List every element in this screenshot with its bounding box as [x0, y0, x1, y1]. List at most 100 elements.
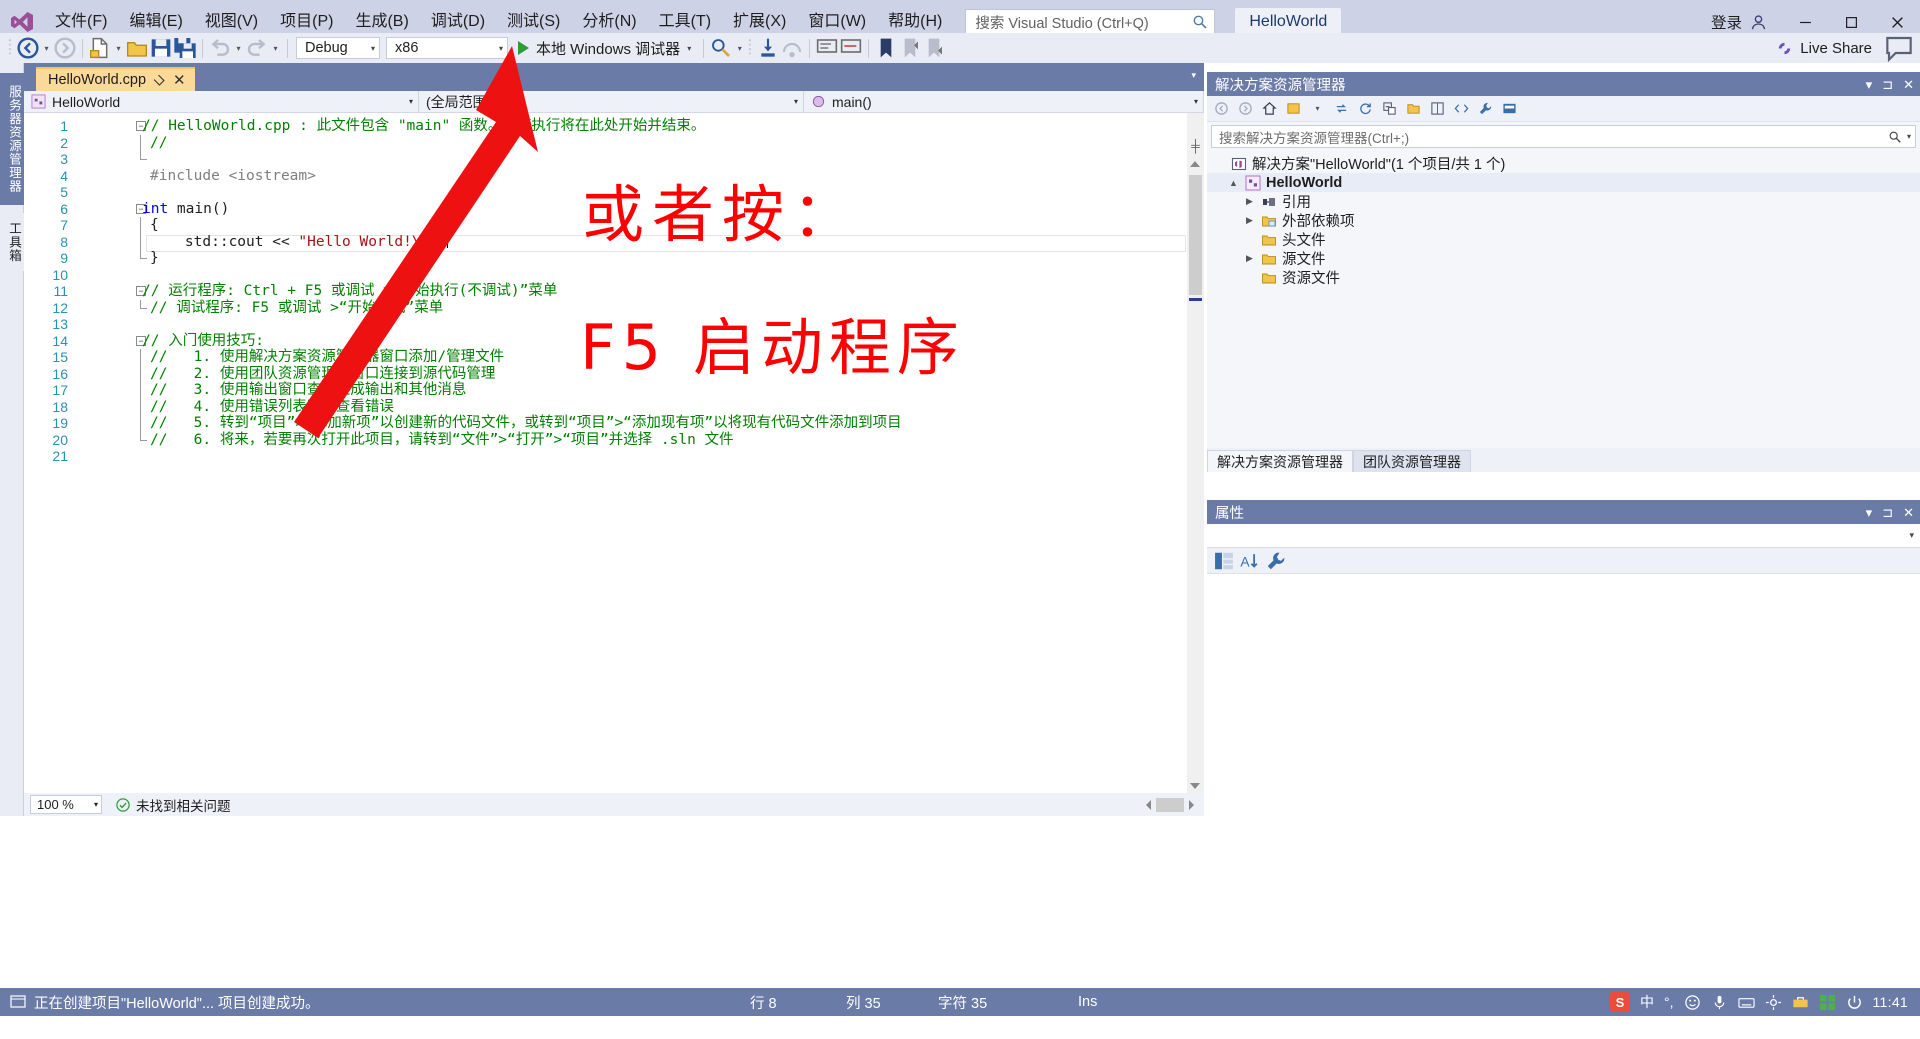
- save-button[interactable]: [149, 36, 173, 60]
- property-pages-button[interactable]: [1265, 550, 1287, 572]
- split-view-handle[interactable]: ╪: [1189, 139, 1202, 153]
- toolbox-icon[interactable]: [1792, 994, 1809, 1011]
- categorized-view-button[interactable]: [1213, 550, 1235, 572]
- chevron-down-icon[interactable]: ▾: [687, 44, 691, 53]
- scroll-thumb[interactable]: [1189, 175, 1202, 295]
- pin-icon[interactable]: ⊐: [1882, 78, 1893, 91]
- ime-punctuation-label[interactable]: °,: [1664, 994, 1674, 1010]
- code-line[interactable]: 21: [24, 448, 1204, 465]
- alphabetical-view-button[interactable]: A: [1239, 550, 1261, 572]
- undo-button[interactable]: [208, 36, 232, 60]
- se-wrench-button[interactable]: [1475, 98, 1496, 119]
- tree-item-references[interactable]: ▶ 引用: [1207, 192, 1920, 211]
- ime-badge[interactable]: S: [1610, 992, 1630, 1012]
- attach-dropdown[interactable]: ▾: [733, 36, 746, 60]
- tree-item-solution[interactable]: 解决方案"HelloWorld"(1 个项目/共 1 个): [1207, 154, 1920, 173]
- tree-item-header-files[interactable]: 头文件: [1207, 230, 1920, 249]
- open-file-button[interactable]: [125, 36, 149, 60]
- se-refresh-button[interactable]: [1355, 98, 1376, 119]
- code-line[interactable]: 19 // 5. 转到“项目”>“添加新项”以创建新的代码文件，或转到“项目”>“…: [24, 415, 1204, 432]
- scope-selector-combo[interactable]: (全局范围) ▾: [419, 91, 804, 112]
- redo-button[interactable]: [245, 36, 269, 60]
- properties-grid[interactable]: [1207, 574, 1920, 836]
- grid-icon[interactable]: [1819, 994, 1836, 1011]
- se-navigate-forward-button[interactable]: [1235, 98, 1256, 119]
- pin-icon[interactable]: ⊐: [1882, 506, 1893, 519]
- tree-item-external-dependencies[interactable]: ▶ 外部依赖项: [1207, 211, 1920, 230]
- properties-object-combo[interactable]: ▾: [1207, 524, 1920, 548]
- close-icon[interactable]: ✕: [173, 73, 186, 88]
- solution-platform-combo[interactable]: x86 ▾: [386, 37, 508, 59]
- start-debugging-button[interactable]: 本地 Windows 调试器 ▾: [511, 36, 698, 60]
- member-selector-combo[interactable]: main() ▾: [804, 91, 1204, 112]
- step-over-button[interactable]: [780, 36, 804, 60]
- tree-item-project-helloworld[interactable]: ▲ HelloWorld: [1207, 173, 1920, 192]
- se-home-button[interactable]: [1259, 98, 1280, 119]
- sign-in-button[interactable]: 登录: [1697, 11, 1782, 33]
- power-icon[interactable]: [1846, 994, 1863, 1011]
- solution-explorer-search-box[interactable]: 搜索解决方案资源管理器(Ctrl+;) ▾: [1211, 125, 1916, 148]
- ime-mode-label[interactable]: 中: [1640, 992, 1654, 1012]
- code-line[interactable]: 18 // 4. 使用错误列表窗口查看错误: [24, 398, 1204, 415]
- se-pending-dropdown[interactable]: ▾: [1307, 98, 1328, 119]
- scroll-right-arrow-icon[interactable]: [1184, 798, 1198, 812]
- undo-dropdown[interactable]: ▾: [232, 36, 245, 60]
- new-item-button[interactable]: [88, 36, 112, 60]
- chevron-down-icon[interactable]: ▾: [1902, 132, 1911, 141]
- server-explorer-tab[interactable]: 服务器资源管理器: [0, 73, 24, 205]
- editor-vertical-scrollbar[interactable]: ╪: [1187, 113, 1204, 793]
- document-tab-helloworld-cpp[interactable]: HelloWorld.cpp ⊐ ✕: [36, 67, 195, 91]
- project-selector-combo[interactable]: HelloWorld ▾: [24, 91, 419, 112]
- chevron-down-icon[interactable]: ▾: [1866, 78, 1873, 91]
- scroll-up-arrow-icon[interactable]: [1190, 161, 1200, 167]
- zoom-level-combo[interactable]: 100 % ▾: [30, 795, 102, 814]
- scroll-left-arrow-icon[interactable]: [1142, 798, 1156, 812]
- scroll-down-arrow-icon[interactable]: [1190, 783, 1200, 789]
- solution-configuration-combo[interactable]: Debug ▾: [296, 37, 380, 59]
- tree-item-resource-files[interactable]: 资源文件: [1207, 268, 1920, 287]
- microphone-icon[interactable]: [1711, 994, 1728, 1011]
- navigate-back-dropdown[interactable]: ▾: [40, 36, 53, 60]
- horizontal-scroll-thumb[interactable]: [1156, 797, 1184, 812]
- uncomment-button[interactable]: [839, 36, 863, 60]
- toggle-bookmark-button[interactable]: [874, 36, 898, 60]
- smiley-icon[interactable]: [1684, 994, 1701, 1011]
- attach-process-button[interactable]: [709, 36, 733, 60]
- code-line[interactable]: 2 //: [24, 134, 1204, 151]
- previous-bookmark-button[interactable]: [898, 36, 922, 60]
- se-pending-changes-button[interactable]: [1283, 98, 1304, 119]
- tab-team-explorer[interactable]: 团队资源管理器: [1353, 450, 1471, 472]
- live-share-button[interactable]: Live Share: [1764, 40, 1884, 57]
- new-item-dropdown[interactable]: ▾: [112, 36, 125, 60]
- next-bookmark-button[interactable]: [922, 36, 946, 60]
- toolbox-tab[interactable]: 工具箱: [0, 213, 24, 271]
- tab-solution-explorer[interactable]: 解决方案资源管理器: [1207, 450, 1353, 472]
- tree-item-source-files[interactable]: ▶ 源文件: [1207, 249, 1920, 268]
- se-properties-button[interactable]: [1427, 98, 1448, 119]
- twisty-expanded[interactable]: ▲: [1227, 178, 1240, 188]
- toolbar-grip-2[interactable]: [746, 38, 756, 58]
- se-collapse-all-button[interactable]: [1379, 98, 1400, 119]
- code-line[interactable]: 1−// HelloWorld.cpp : 此文件包含 "main" 函数。程序…: [24, 118, 1204, 135]
- navigate-forward-button[interactable]: [53, 36, 77, 60]
- close-icon[interactable]: ✕: [1903, 78, 1914, 91]
- se-preview-button[interactable]: [1499, 98, 1520, 119]
- step-into-button[interactable]: [756, 36, 780, 60]
- twisty[interactable]: ▶: [1243, 215, 1256, 226]
- system-clock[interactable]: 11:41: [1873, 994, 1909, 1010]
- keyboard-icon[interactable]: [1737, 994, 1755, 1011]
- global-search-box[interactable]: 搜索 Visual Studio (Ctrl+Q): [965, 9, 1216, 35]
- save-all-button[interactable]: [173, 36, 197, 60]
- se-code-view-button[interactable]: [1451, 98, 1472, 119]
- redo-dropdown[interactable]: ▾: [269, 36, 282, 60]
- code-line[interactable]: 20 // 6. 将来，若要再次打开此项目，请转到“文件”>“打开”>“项目”并选…: [24, 431, 1204, 449]
- tab-list-dropdown-icon[interactable]: ▾: [1191, 70, 1196, 81]
- toolbar-grip[interactable]: [6, 38, 16, 58]
- twisty[interactable]: ▶: [1243, 253, 1256, 264]
- se-show-all-files-button[interactable]: [1403, 98, 1424, 119]
- pin-icon[interactable]: ⊐: [150, 70, 169, 89]
- navigate-backward-button[interactable]: [16, 36, 40, 60]
- comment-button[interactable]: [815, 36, 839, 60]
- feedback-button[interactable]: [1884, 34, 1914, 63]
- chevron-down-icon[interactable]: ▾: [1866, 506, 1873, 519]
